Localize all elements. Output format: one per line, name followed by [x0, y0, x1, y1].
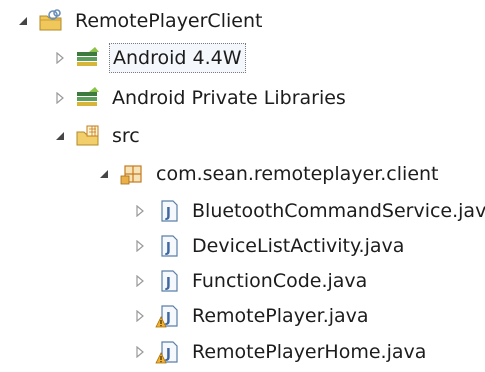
- tree-item-label: FunctionCode.java: [192, 270, 368, 292]
- tree-item-label: BluetoothCommandService.java: [192, 200, 485, 222]
- svg-text:J: J: [165, 206, 171, 221]
- tree-item-label: RemotePlayerClient: [75, 10, 263, 32]
- tree-item-java-file[interactable]: J DeviceListActivity.java: [133, 230, 407, 262]
- library-icon: [75, 46, 101, 70]
- tree-item-private-libraries[interactable]: Android Private Libraries: [53, 82, 349, 114]
- tree-item-java-file[interactable]: J RemotePlayerHome.java: [133, 336, 429, 368]
- package-explorer-tree: RemotePlayerClient Android 4.4W Android …: [0, 0, 485, 372]
- library-icon: [75, 86, 101, 110]
- java-file-icon: J: [155, 269, 181, 293]
- collapsed-arrow-icon[interactable]: [133, 274, 147, 288]
- collapsed-arrow-icon[interactable]: [133, 204, 147, 218]
- tree-item-android-library[interactable]: Android 4.4W: [53, 42, 246, 74]
- project-icon: [38, 9, 64, 33]
- svg-text:J: J: [165, 241, 171, 256]
- java-file-icon: J: [155, 234, 181, 258]
- tree-item-java-file[interactable]: J BluetoothCommandService.java: [133, 195, 485, 227]
- package-icon: [119, 162, 145, 186]
- collapsed-arrow-icon[interactable]: [133, 345, 147, 359]
- tree-item-label: RemotePlayer.java: [192, 305, 369, 327]
- svg-text:J: J: [165, 276, 171, 291]
- svg-text:J: J: [165, 347, 171, 362]
- tree-item-label: RemotePlayerHome.java: [192, 341, 427, 363]
- collapsed-arrow-icon[interactable]: [53, 51, 67, 65]
- tree-item-java-file[interactable]: J FunctionCode.java: [133, 265, 370, 297]
- expanded-arrow-icon[interactable]: [97, 167, 111, 181]
- collapsed-arrow-icon[interactable]: [53, 91, 67, 105]
- tree-item-label: Android Private Libraries: [112, 87, 346, 109]
- tree-item-package[interactable]: com.sean.remoteplayer.client: [97, 158, 442, 190]
- collapsed-arrow-icon[interactable]: [133, 239, 147, 253]
- svg-text:J: J: [165, 311, 171, 326]
- tree-item-project[interactable]: RemotePlayerClient: [16, 5, 265, 37]
- tree-item-label: com.sean.remoteplayer.client: [156, 163, 439, 185]
- tree-item-src-folder[interactable]: src: [53, 120, 143, 152]
- source-folder-icon: [75, 124, 101, 148]
- tree-item-label: src: [112, 125, 140, 147]
- java-file-warning-icon: J: [155, 304, 181, 328]
- tree-item-java-file[interactable]: J RemotePlayer.java: [133, 300, 372, 332]
- expanded-arrow-icon[interactable]: [16, 14, 30, 28]
- java-file-icon: J: [155, 199, 181, 223]
- tree-item-label: DeviceListActivity.java: [192, 235, 405, 257]
- expanded-arrow-icon[interactable]: [53, 129, 67, 143]
- collapsed-arrow-icon[interactable]: [133, 309, 147, 323]
- tree-item-label: Android 4.4W: [109, 43, 246, 73]
- java-file-warning-icon: J: [155, 340, 181, 364]
